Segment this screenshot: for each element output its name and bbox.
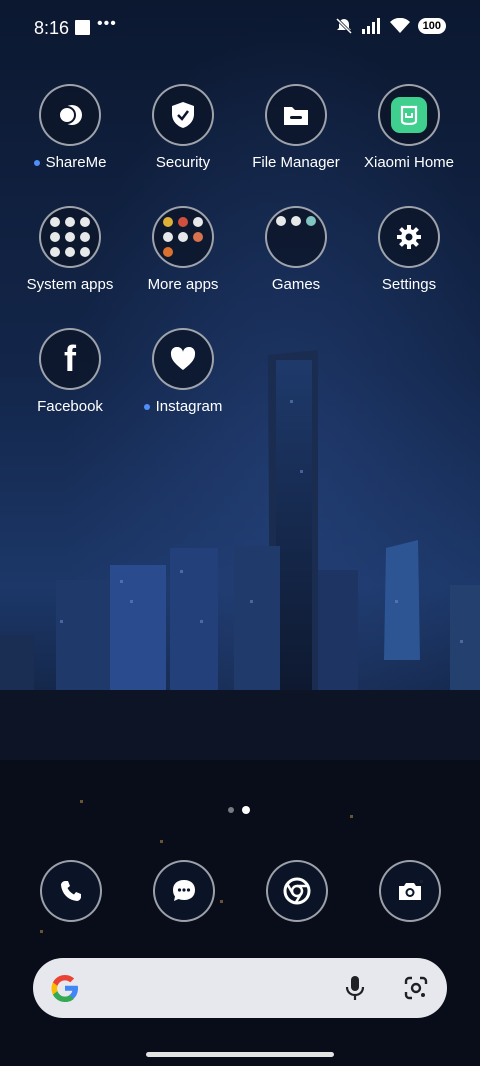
wifi-icon — [389, 18, 410, 33]
status-bar: 8:16 ••• 100 — [0, 0, 480, 56]
dock-chrome[interactable] — [266, 860, 328, 922]
mic-icon[interactable] — [343, 974, 367, 1002]
phone-icon — [61, 881, 81, 901]
app-xiaomi-home[interactable]: Xiaomi Home — [349, 84, 469, 172]
folder-games[interactable]: Games — [236, 206, 356, 294]
app-security[interactable]: Security — [123, 84, 243, 172]
app-shareme[interactable]: ShareMe — [10, 84, 130, 171]
heart-icon — [152, 328, 214, 390]
app-label: ShareMe — [45, 154, 107, 171]
app-instagram[interactable]: Instagram — [123, 328, 243, 415]
shareme-icon — [39, 84, 101, 146]
lens-icon[interactable] — [403, 975, 429, 1001]
app-label: Games — [271, 276, 321, 293]
new-app-dot — [143, 403, 150, 410]
xiaomi-home-icon — [378, 84, 440, 146]
app-label: File Manager — [252, 154, 340, 171]
clock: 8:16 — [34, 18, 70, 38]
folder-grid-icon — [39, 206, 101, 268]
folder-grid-icon — [265, 206, 327, 268]
notification-square-icon — [75, 20, 90, 35]
more-notifications-icon: ••• — [97, 15, 117, 32]
app-label: Security — [155, 154, 211, 171]
app-file-manager[interactable]: File Manager — [236, 84, 356, 172]
camera-icon — [399, 883, 421, 900]
battery-indicator: 100 — [417, 18, 446, 34]
folder-more-apps[interactable]: More apps — [123, 206, 243, 294]
page-indicator — [228, 806, 250, 814]
app-label: System apps — [26, 276, 114, 293]
chrome-icon — [283, 877, 311, 905]
folder-icon — [265, 84, 327, 146]
app-label: More apps — [147, 276, 219, 293]
shield-icon — [152, 84, 214, 146]
folder-system-apps[interactable]: System apps — [10, 206, 130, 294]
app-facebook[interactable]: f Facebook — [10, 328, 130, 416]
facebook-icon: f — [39, 328, 101, 390]
bell-muted-icon — [335, 17, 352, 35]
gesture-handle[interactable] — [146, 1052, 334, 1057]
signal-icon — [361, 18, 380, 34]
google-search-bar[interactable] — [33, 958, 447, 1018]
dock-phone[interactable] — [40, 860, 102, 922]
app-label: Instagram — [155, 398, 223, 415]
app-settings[interactable]: Settings — [349, 206, 469, 294]
app-label: Settings — [381, 276, 437, 293]
app-label: Facebook — [37, 398, 103, 415]
google-g-icon — [51, 975, 78, 1002]
dock-camera[interactable] — [379, 860, 441, 922]
page-dot — [228, 807, 234, 813]
app-label: Xiaomi Home — [363, 154, 455, 171]
page-dot-active — [242, 806, 250, 814]
folder-grid-icon — [152, 206, 214, 268]
chat-icon — [173, 880, 195, 901]
new-app-dot — [33, 159, 40, 166]
gear-icon — [378, 206, 440, 268]
dock-messages[interactable] — [153, 860, 215, 922]
